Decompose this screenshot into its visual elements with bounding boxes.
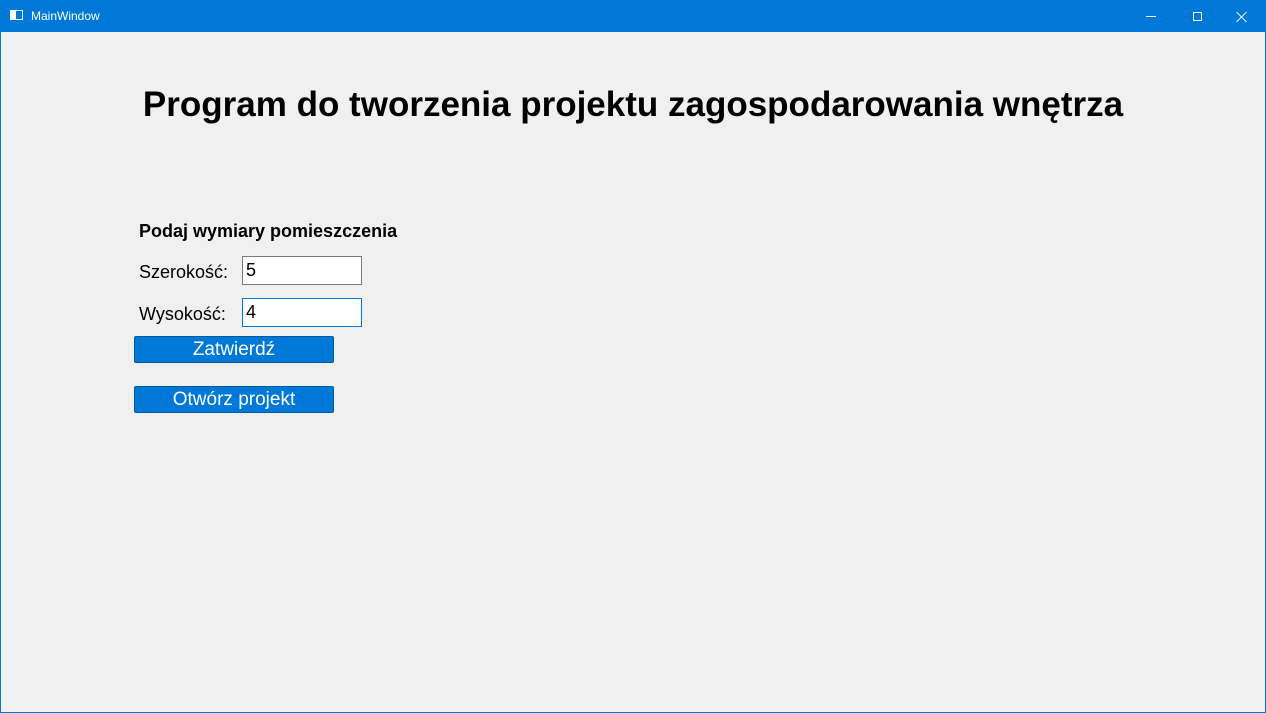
minimize-icon bbox=[1146, 16, 1156, 17]
width-label: Szerokość: bbox=[139, 262, 229, 282]
main-window: MainWindow Program do tworzenia projektu… bbox=[0, 0, 1266, 713]
height-label: Wysokość: bbox=[139, 304, 226, 324]
close-button[interactable] bbox=[1219, 1, 1265, 32]
width-input[interactable] bbox=[242, 256, 362, 285]
app-window-icon bbox=[10, 10, 23, 20]
close-icon bbox=[1236, 11, 1248, 23]
title-bar[interactable]: MainWindow bbox=[1, 1, 1265, 32]
minimize-button[interactable] bbox=[1128, 1, 1174, 32]
window-title: MainWindow bbox=[31, 9, 100, 23]
page-title: Program do tworzenia projektu zagospodar… bbox=[142, 85, 1124, 124]
height-input[interactable] bbox=[242, 298, 362, 327]
confirm-button[interactable]: Zatwierdź bbox=[134, 336, 334, 363]
maximize-button[interactable] bbox=[1174, 1, 1220, 32]
maximize-icon bbox=[1192, 12, 1202, 21]
room-dimensions-label: Podaj wymiary pomieszczenia bbox=[139, 221, 398, 241]
open-project-button[interactable]: Otwórz projekt bbox=[134, 386, 334, 413]
